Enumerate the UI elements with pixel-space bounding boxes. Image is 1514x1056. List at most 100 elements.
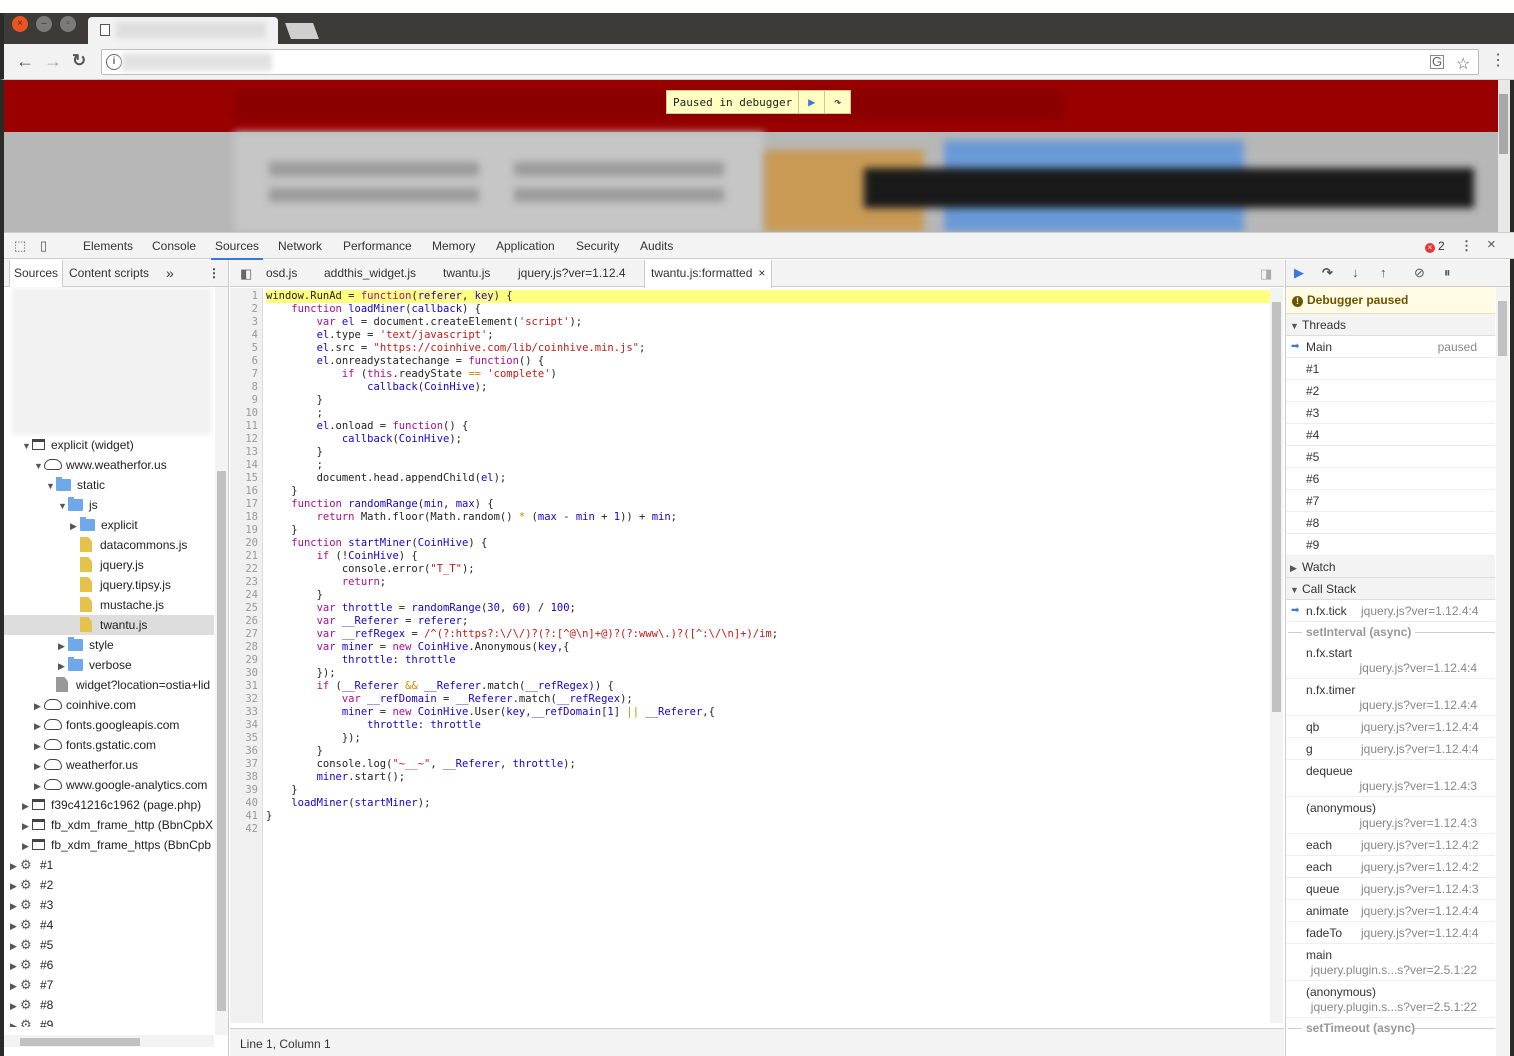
callstack-frame[interactable]: n.fx.timer jquery.js?ver=1.12.4:4	[1286, 679, 1495, 716]
line-number[interactable]: 17	[230, 498, 258, 511]
code-line[interactable]: 11 el.onload = function() {	[230, 420, 1270, 433]
tree-item[interactable]: ▼ static	[4, 475, 214, 495]
page-scrollbar[interactable]	[1498, 80, 1510, 232]
collapsed-triangle-icon[interactable]: ▶	[34, 696, 44, 716]
step-out-icon[interactable]: ↑	[1380, 265, 1387, 280]
code-line[interactable]: 8 callback(CoinHive);	[230, 381, 1270, 394]
reload-icon[interactable]: ↻	[72, 52, 86, 70]
frame-location[interactable]: jquery.js?ver=1.12.4:4	[1361, 900, 1479, 922]
frame-location[interactable]: jquery.js?ver=1.12.4:3	[1361, 878, 1479, 900]
code-line[interactable]: 13 }	[230, 446, 1270, 459]
forward-icon[interactable]: →	[44, 52, 62, 70]
tab-console[interactable]: Console	[152, 239, 196, 253]
tree-item[interactable]: ▶ style	[4, 635, 214, 655]
thread-item[interactable]: #4	[1286, 424, 1495, 446]
line-number[interactable]: 42	[230, 823, 258, 836]
line-number[interactable]: 27	[230, 628, 258, 641]
frame-location[interactable]: jquery.js?ver=1.12.4:4	[1361, 600, 1479, 622]
collapsed-triangle-icon[interactable]: ▶	[58, 656, 68, 676]
tab-network[interactable]: Network	[278, 239, 322, 253]
tab-performance[interactable]: Performance	[343, 239, 412, 253]
threads-header[interactable]: ▼ Threads	[1286, 314, 1495, 336]
collapsed-triangle-icon[interactable]: ▶	[10, 956, 20, 976]
thread-item[interactable]: #2	[1286, 380, 1495, 402]
line-number[interactable]: 9	[230, 394, 258, 407]
callstack-frame[interactable]: queue jquery.js?ver=1.12.4:3	[1286, 878, 1495, 900]
line-number[interactable]: 14	[230, 459, 258, 472]
line-number[interactable]: 31	[230, 680, 258, 693]
code-line[interactable]: 25 var throttle = randomRange(30, 60) / …	[230, 602, 1270, 615]
frame-location[interactable]: jquery.js?ver=1.12.4:3	[1306, 815, 1495, 831]
line-number[interactable]: 25	[230, 602, 258, 615]
frame-location[interactable]: jquery.js?ver=1.12.4:4	[1306, 697, 1495, 713]
line-number[interactable]: 5	[230, 342, 258, 355]
line-number[interactable]: 11	[230, 420, 258, 433]
inspect-element-icon[interactable]: ⬚	[14, 238, 26, 254]
resume-icon[interactable]: ▶	[1294, 265, 1304, 281]
code-line[interactable]: 31 if (__Referer && __Referer.match(__re…	[230, 680, 1270, 693]
code-line[interactable]: 38 miner.start();	[230, 771, 1270, 784]
callstack-frame[interactable]: g jquery.js?ver=1.12.4:4	[1286, 738, 1495, 760]
collapsed-triangle-icon[interactable]: ▶	[10, 996, 20, 1016]
code-line[interactable]: 16 }	[230, 485, 1270, 498]
thread-item[interactable]: #3	[1286, 402, 1495, 424]
line-number[interactable]: 24	[230, 589, 258, 602]
code-line[interactable]: 17 function randomRange(min, max) {	[230, 498, 1270, 511]
collapsed-triangle-icon[interactable]: ▶	[10, 876, 20, 896]
editor-tab[interactable]: jquery.js?ver=1.12.4	[512, 260, 632, 287]
code-view[interactable]: 1 window.RunAd = function(referer, key) {…	[230, 288, 1270, 1023]
line-number[interactable]: 22	[230, 563, 258, 576]
thread-item[interactable]: #8	[1286, 512, 1495, 534]
editor-tab[interactable]: twantu.js	[437, 260, 496, 287]
tree-item[interactable]: ▶ ⚙ #8	[4, 995, 214, 1015]
tree-item[interactable]: ▼ www.weatherfor.us	[4, 455, 214, 475]
navigator-tab-sources[interactable]: Sources	[9, 260, 64, 287]
code-line[interactable]: 30 });	[230, 667, 1270, 680]
code-line[interactable]: 36 }	[230, 745, 1270, 758]
frame-location[interactable]: jquery.plugin.s...s?ver=2.5.1:22	[1306, 999, 1495, 1015]
line-number[interactable]: 37	[230, 758, 258, 771]
expanded-triangle-icon[interactable]: ▼	[34, 456, 44, 476]
code-line[interactable]: 15 document.head.appendChild(el);	[230, 472, 1270, 485]
code-line[interactable]: 26 var __Referer = referer;	[230, 615, 1270, 628]
browser-menu-icon[interactable]: ⋮	[1490, 52, 1506, 70]
line-number[interactable]: 1	[230, 290, 258, 303]
code-line[interactable]: 40 loadMiner(startMiner);	[230, 797, 1270, 810]
resume-icon[interactable]: ▶	[798, 91, 824, 113]
line-number[interactable]: 8	[230, 381, 258, 394]
line-number[interactable]: 7	[230, 368, 258, 381]
frame-location[interactable]: jquery.js?ver=1.12.4:4	[1361, 922, 1479, 944]
expanded-triangle-icon[interactable]: ▼	[58, 496, 68, 516]
navigator-tab-content-scripts[interactable]: Content scripts	[65, 260, 153, 287]
line-number[interactable]: 20	[230, 537, 258, 550]
callstack-frame[interactable]: n.fx.start jquery.js?ver=1.12.4:4	[1286, 642, 1495, 679]
line-number[interactable]: 30	[230, 667, 258, 680]
callstack-header[interactable]: ▼ Call Stack	[1286, 578, 1495, 600]
collapsed-triangle-icon[interactable]: ▶	[22, 796, 32, 816]
tree-item[interactable]: ▶ fonts.gstatic.com	[4, 735, 214, 755]
thread-item[interactable]: #1	[1286, 358, 1495, 380]
editor-tab[interactable]: osd.js	[260, 260, 303, 287]
thread-item[interactable]: ➡ Main paused	[1286, 336, 1495, 358]
frame-location[interactable]: jquery.js?ver=1.12.4:4	[1306, 660, 1495, 676]
code-line[interactable]: 34 throttle: throttle	[230, 719, 1270, 732]
devtools-close-icon[interactable]: ×	[1487, 236, 1496, 253]
tree-item[interactable]: ▼ explicit (widget)	[4, 435, 214, 455]
thread-item[interactable]: #5	[1286, 446, 1495, 468]
code-line[interactable]: 21 if (!CoinHive) {	[230, 550, 1270, 563]
tree-hscroll-thumb[interactable]	[20, 1038, 140, 1046]
callstack-frame[interactable]: (anonymous) jquery.plugin.s...s?ver=2.5.1…	[1286, 981, 1495, 1018]
line-number[interactable]: 15	[230, 472, 258, 485]
line-number[interactable]: 19	[230, 524, 258, 537]
collapsed-triangle-icon[interactable]: ▶	[34, 776, 44, 796]
tree-item[interactable]: ▶ ⚙ #9	[4, 1015, 214, 1027]
tree-item[interactable]: ▶ f39c41216c1962 (page.php)	[4, 795, 214, 815]
collapsed-triangle-icon[interactable]: ▶	[34, 736, 44, 756]
tree-item[interactable]: ▶ verbose	[4, 655, 214, 675]
tree-item[interactable]: datacommons.js	[4, 535, 214, 555]
tree-item[interactable]: ▶ ⚙ #2	[4, 875, 214, 895]
collapsed-triangle-icon[interactable]: ▶	[34, 716, 44, 736]
tree-item[interactable]: twantu.js	[4, 615, 214, 635]
page-scrollbar-thumb[interactable]	[1499, 94, 1508, 154]
line-number[interactable]: 39	[230, 784, 258, 797]
